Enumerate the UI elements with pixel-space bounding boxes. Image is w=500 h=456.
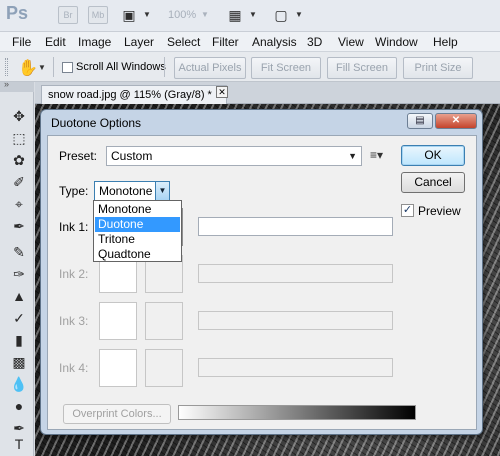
panel-grip[interactable] [5, 58, 8, 76]
menu-help[interactable]: Help [433, 35, 458, 49]
dialog-title: Duotone Options [51, 116, 142, 130]
close-icon[interactable]: ✕ [435, 113, 477, 129]
eyedropper-tool-icon[interactable]: ✒ [9, 216, 29, 236]
type-value: Monotone [99, 184, 153, 198]
dialog-body: Preset: Custom ▼ ≡▾ OK Cancel ✓ Preview … [47, 135, 477, 430]
history-brush-tool-icon[interactable]: ✓ [9, 308, 29, 328]
healing-brush-tool-icon[interactable]: ✎ [9, 242, 29, 262]
ink-3-curve-swatch [99, 302, 137, 340]
gradient-preview-bar [178, 405, 416, 420]
view-extras-icon[interactable]: ▣ [118, 6, 140, 24]
scroll-all-windows-label: Scroll All Windows [76, 61, 166, 73]
ink-2-name-field [198, 264, 393, 283]
chevron-down-icon: ▼ [143, 10, 151, 19]
dodge-tool-icon[interactable]: ● [9, 396, 29, 416]
ink-1-name-field[interactable] [198, 217, 393, 236]
chevron-down-icon: ▼ [348, 151, 357, 161]
marquee-tool-icon[interactable]: ⬚ [9, 128, 29, 148]
ink-3-label: Ink 3: [59, 314, 89, 328]
menu-bar: File Edit Image Layer Select Filter Anal… [0, 32, 500, 52]
ink-3-name-field [198, 311, 393, 330]
type-dropdown-list: Monotone Duotone Tritone Quadtone [93, 200, 182, 262]
arrange-documents-icon[interactable]: ▦ [224, 6, 246, 24]
menu-select[interactable]: Select [167, 35, 200, 49]
menu-edit[interactable]: Edit [45, 35, 66, 49]
separator [53, 57, 54, 77]
scroll-all-windows-checkbox[interactable] [62, 62, 73, 73]
type-option-quadtone[interactable]: Quadtone [95, 247, 180, 262]
zoom-level[interactable]: 100% [168, 9, 196, 21]
actual-pixels-button[interactable]: Actual Pixels [174, 57, 246, 79]
ink-3-color-swatch [145, 302, 183, 340]
application-bar: Ps Br Mb ▣ ▼ 100% ▼ ▦ ▼ ▢ ▼ [0, 0, 500, 32]
close-icon[interactable]: ✕ [216, 86, 228, 98]
photoshop-logo: Ps [6, 3, 29, 23]
type-option-monotone[interactable]: Monotone [95, 202, 180, 217]
lasso-tool-icon[interactable]: ✿ [9, 150, 29, 170]
document-tab[interactable]: snow road.jpg @ 115% (Gray/8) * [41, 85, 227, 104]
document-tab-bar: snow road.jpg @ 115% (Gray/8) * [35, 82, 500, 104]
eraser-tool-icon[interactable]: ▮ [9, 330, 29, 350]
gradient-tool-icon[interactable]: ▩ [9, 352, 29, 372]
blur-tool-icon[interactable]: 💧 [9, 374, 29, 394]
type-option-duotone[interactable]: Duotone [95, 217, 180, 232]
launch-minibridge-button[interactable]: Mb [88, 6, 108, 24]
separator [164, 57, 165, 77]
brush-tool-icon[interactable]: ✑ [9, 264, 29, 284]
hand-icon[interactable]: ✋ [18, 58, 38, 78]
chevron-down-icon: ▼ [295, 10, 303, 19]
preview-label: Preview [418, 204, 461, 218]
type-label: Type: [59, 184, 89, 198]
menu-window[interactable]: Window [375, 35, 418, 49]
tools-panel-header[interactable]: » [0, 79, 34, 92]
tools-panel: » ✥ ⬚ ✿ ✐ ⌖ ✒ ✎ ✑ ▲ ✓ ▮ ▩ 💧 ● ✒ T [0, 79, 34, 456]
type-option-tritone[interactable]: Tritone [95, 232, 180, 247]
menu-view[interactable]: View [338, 35, 364, 49]
chevron-down-icon[interactable]: ▼ [38, 63, 46, 72]
ok-button[interactable]: OK [401, 145, 465, 166]
move-tool-icon[interactable]: ✥ [9, 106, 29, 126]
screen-mode-icon[interactable]: ▢ [270, 6, 292, 24]
cancel-button[interactable]: Cancel [401, 172, 465, 193]
ink-2-label: Ink 2: [59, 267, 89, 281]
menu-file[interactable]: File [12, 35, 31, 49]
chevron-down-icon: ▼ [249, 10, 257, 19]
fit-screen-button[interactable]: Fit Screen [251, 57, 321, 79]
type-tool-icon[interactable]: T [9, 434, 29, 454]
overprint-colors-button: Overprint Colors... [63, 404, 171, 424]
preset-label: Preset: [59, 149, 98, 163]
dialog-help-icon[interactable]: ▤ [407, 113, 433, 129]
menu-image[interactable]: Image [78, 35, 111, 49]
ink-4-label: Ink 4: [59, 361, 89, 375]
print-size-button[interactable]: Print Size [403, 57, 473, 79]
menu-layer[interactable]: Layer [124, 35, 154, 49]
chevron-down-icon: ▼ [155, 182, 169, 200]
duotone-options-dialog: Duotone Options ▤ ✕ Preset: Custom ▼ ≡▾ … [40, 109, 483, 435]
dialog-titlebar[interactable]: Duotone Options ▤ ✕ [41, 110, 482, 134]
preview-checkbox[interactable]: ✓ [401, 204, 414, 217]
ink-1-label: Ink 1: [59, 220, 89, 234]
ink-4-color-swatch [145, 349, 183, 387]
menu-3d[interactable]: 3D [307, 35, 322, 49]
menu-filter[interactable]: Filter [212, 35, 239, 49]
chevron-down-icon: ▼ [201, 10, 209, 19]
ink-4-name-field [198, 358, 393, 377]
fill-screen-button[interactable]: Fill Screen [327, 57, 397, 79]
preset-select[interactable]: Custom ▼ [106, 146, 362, 166]
type-select[interactable]: Monotone ▼ [94, 181, 170, 201]
preset-value: Custom [111, 149, 153, 163]
menu-analysis[interactable]: Analysis [252, 35, 297, 49]
crop-tool-icon[interactable]: ⌖ [9, 194, 29, 214]
launch-bridge-button[interactable]: Br [58, 6, 78, 24]
clone-stamp-tool-icon[interactable]: ▲ [9, 286, 29, 306]
quick-selection-tool-icon[interactable]: ✐ [9, 172, 29, 192]
ink-4-curve-swatch [99, 349, 137, 387]
list-menu-icon[interactable]: ≡▾ [370, 148, 383, 162]
